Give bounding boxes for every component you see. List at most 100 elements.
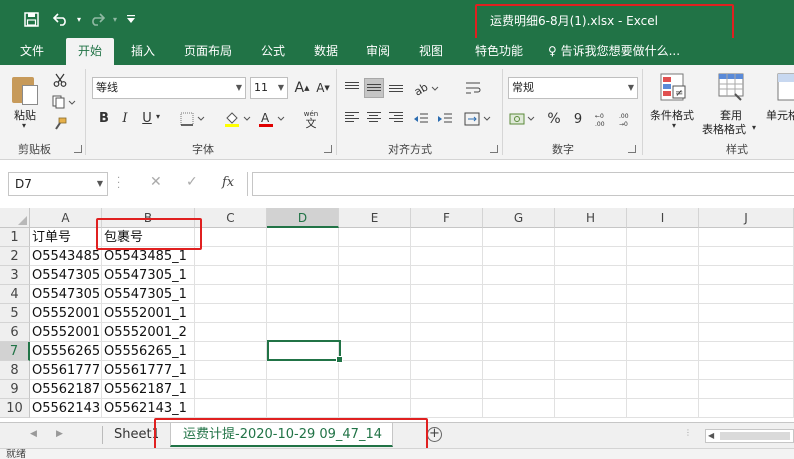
column-header-d[interactable]: D xyxy=(267,208,339,228)
save-icon[interactable] xyxy=(20,8,42,30)
column-header-a[interactable]: A xyxy=(30,208,102,228)
increase-decimal-icon[interactable]: ←0.00 xyxy=(592,109,614,129)
cell-order-id[interactable]: O5547305 xyxy=(30,285,102,304)
alignment-launcher-icon[interactable] xyxy=(490,145,498,153)
cell-empty[interactable] xyxy=(411,399,483,418)
active-cell-selection[interactable] xyxy=(267,340,343,363)
cell-empty[interactable] xyxy=(267,304,339,323)
formula-bar-grip-icon[interactable]: · · · xyxy=(117,174,123,194)
cell-empty[interactable] xyxy=(483,266,555,285)
cell-empty[interactable] xyxy=(555,266,627,285)
font-color-icon[interactable]: A xyxy=(256,109,288,129)
tab-formulas[interactable]: 公式 xyxy=(250,38,296,65)
cell-empty[interactable] xyxy=(555,323,627,342)
underline-dropdown-icon[interactable]: ▾ xyxy=(156,112,160,121)
tell-me-search[interactable]: ♀ 告诉我您想要做什么... xyxy=(548,38,680,65)
tab-data[interactable]: 数据 xyxy=(303,38,349,65)
cell-empty[interactable] xyxy=(195,361,267,380)
merge-center-icon[interactable] xyxy=(462,110,494,128)
align-center-button[interactable] xyxy=(364,108,384,128)
tab-page-layout[interactable]: 页面布局 xyxy=(176,38,240,65)
column-header-f[interactable]: F xyxy=(411,208,483,228)
cell-order-id[interactable]: O5552001 xyxy=(30,304,102,323)
cell-order-id[interactable]: O5561777 xyxy=(30,361,102,380)
conditional-format-icon[interactable]: ≠ xyxy=(658,71,690,105)
cut-icon[interactable] xyxy=(50,71,70,89)
percent-button[interactable]: % xyxy=(544,109,564,129)
insert-function-icon[interactable]: fx xyxy=(222,175,234,190)
column-header-g[interactable]: G xyxy=(483,208,555,228)
cell-empty[interactable] xyxy=(699,361,794,380)
row-header[interactable]: 1 xyxy=(0,228,30,247)
cell-empty[interactable] xyxy=(411,285,483,304)
align-middle-button[interactable] xyxy=(364,78,384,98)
cell-empty[interactable] xyxy=(267,285,339,304)
cell-empty[interactable] xyxy=(411,304,483,323)
cell-empty[interactable] xyxy=(267,266,339,285)
cell-empty[interactable] xyxy=(555,361,627,380)
cell-empty[interactable] xyxy=(411,266,483,285)
cell-empty[interactable] xyxy=(699,247,794,266)
align-left-button[interactable] xyxy=(342,108,362,128)
font-size-select[interactable]: 11 ▼ xyxy=(250,77,288,99)
cell-empty[interactable] xyxy=(339,266,411,285)
cell-order-id[interactable]: O5543485 xyxy=(30,247,102,266)
sheet-tab-sheet1[interactable]: Sheet1 xyxy=(114,423,158,447)
add-sheet-icon[interactable]: + xyxy=(427,427,442,442)
cell-empty[interactable] xyxy=(339,247,411,266)
cell-empty[interactable] xyxy=(483,361,555,380)
cell-empty[interactable] xyxy=(483,323,555,342)
grow-font-button[interactable]: A ▲ xyxy=(292,78,312,98)
clipboard-launcher-icon[interactable] xyxy=(74,145,82,153)
fill-color-icon[interactable] xyxy=(222,109,254,129)
cell-empty[interactable] xyxy=(699,285,794,304)
cell-empty[interactable] xyxy=(555,285,627,304)
cell-package-id[interactable]: O5552001_1 xyxy=(102,304,195,323)
cell-package-id[interactable]: O5562187_1 xyxy=(102,380,195,399)
cell-empty[interactable] xyxy=(267,399,339,418)
cell-order-id[interactable]: O5562187 xyxy=(30,380,102,399)
currency-format-icon[interactable] xyxy=(508,109,538,129)
column-header-h[interactable]: H xyxy=(555,208,627,228)
row-header[interactable]: 8 xyxy=(0,361,30,380)
cell-empty[interactable] xyxy=(195,266,267,285)
cell-empty[interactable] xyxy=(627,323,699,342)
cell-order-id[interactable]: O5556265 xyxy=(30,342,102,361)
font-launcher-icon[interactable] xyxy=(324,145,332,153)
tab-home[interactable]: 开始 xyxy=(66,38,114,65)
cell-style-icon[interactable] xyxy=(776,71,794,105)
column-header-i[interactable]: I xyxy=(627,208,699,228)
confirm-icon[interactable]: ✓ xyxy=(186,174,198,190)
tab-split-grip-icon[interactable]: ⋮ xyxy=(684,428,692,437)
cell-empty[interactable] xyxy=(195,342,267,361)
cell-empty[interactable] xyxy=(411,342,483,361)
cell-empty[interactable] xyxy=(267,247,339,266)
cell-order-id[interactable]: 订单号 xyxy=(30,228,102,247)
column-header-j[interactable]: J xyxy=(699,208,794,228)
cancel-icon[interactable]: ✕ xyxy=(150,174,162,190)
shrink-font-button[interactable]: A ▼ xyxy=(313,78,333,98)
cell-empty[interactable] xyxy=(555,228,627,247)
align-top-button[interactable] xyxy=(342,78,362,98)
cell-empty[interactable] xyxy=(699,380,794,399)
cell-style-button[interactable]: 单元格 xyxy=(766,107,794,123)
table-format-button-line2[interactable]: 表格格式 xyxy=(702,121,746,137)
cell-empty[interactable] xyxy=(339,342,411,361)
cell-empty[interactable] xyxy=(627,361,699,380)
row-header[interactable]: 9 xyxy=(0,380,30,399)
cell-empty[interactable] xyxy=(339,304,411,323)
cond-format-dropdown-icon[interactable]: ▾ xyxy=(666,121,682,130)
increase-indent-icon[interactable] xyxy=(434,110,456,128)
cell-package-id[interactable]: O5561777_1 xyxy=(102,361,195,380)
cell-empty[interactable] xyxy=(195,399,267,418)
cell-empty[interactable] xyxy=(195,228,267,247)
horizontal-scrollbar[interactable]: ◀ xyxy=(705,429,794,443)
cell-empty[interactable] xyxy=(699,323,794,342)
row-header[interactable]: 7 xyxy=(0,342,30,361)
row-header[interactable]: 6 xyxy=(0,323,30,342)
column-header-e[interactable]: E xyxy=(339,208,411,228)
comma-style-button[interactable]: 9 xyxy=(568,109,588,129)
number-launcher-icon[interactable] xyxy=(628,145,636,153)
cell-empty[interactable] xyxy=(339,323,411,342)
prev-sheet-icon[interactable]: ◀ xyxy=(30,429,37,439)
